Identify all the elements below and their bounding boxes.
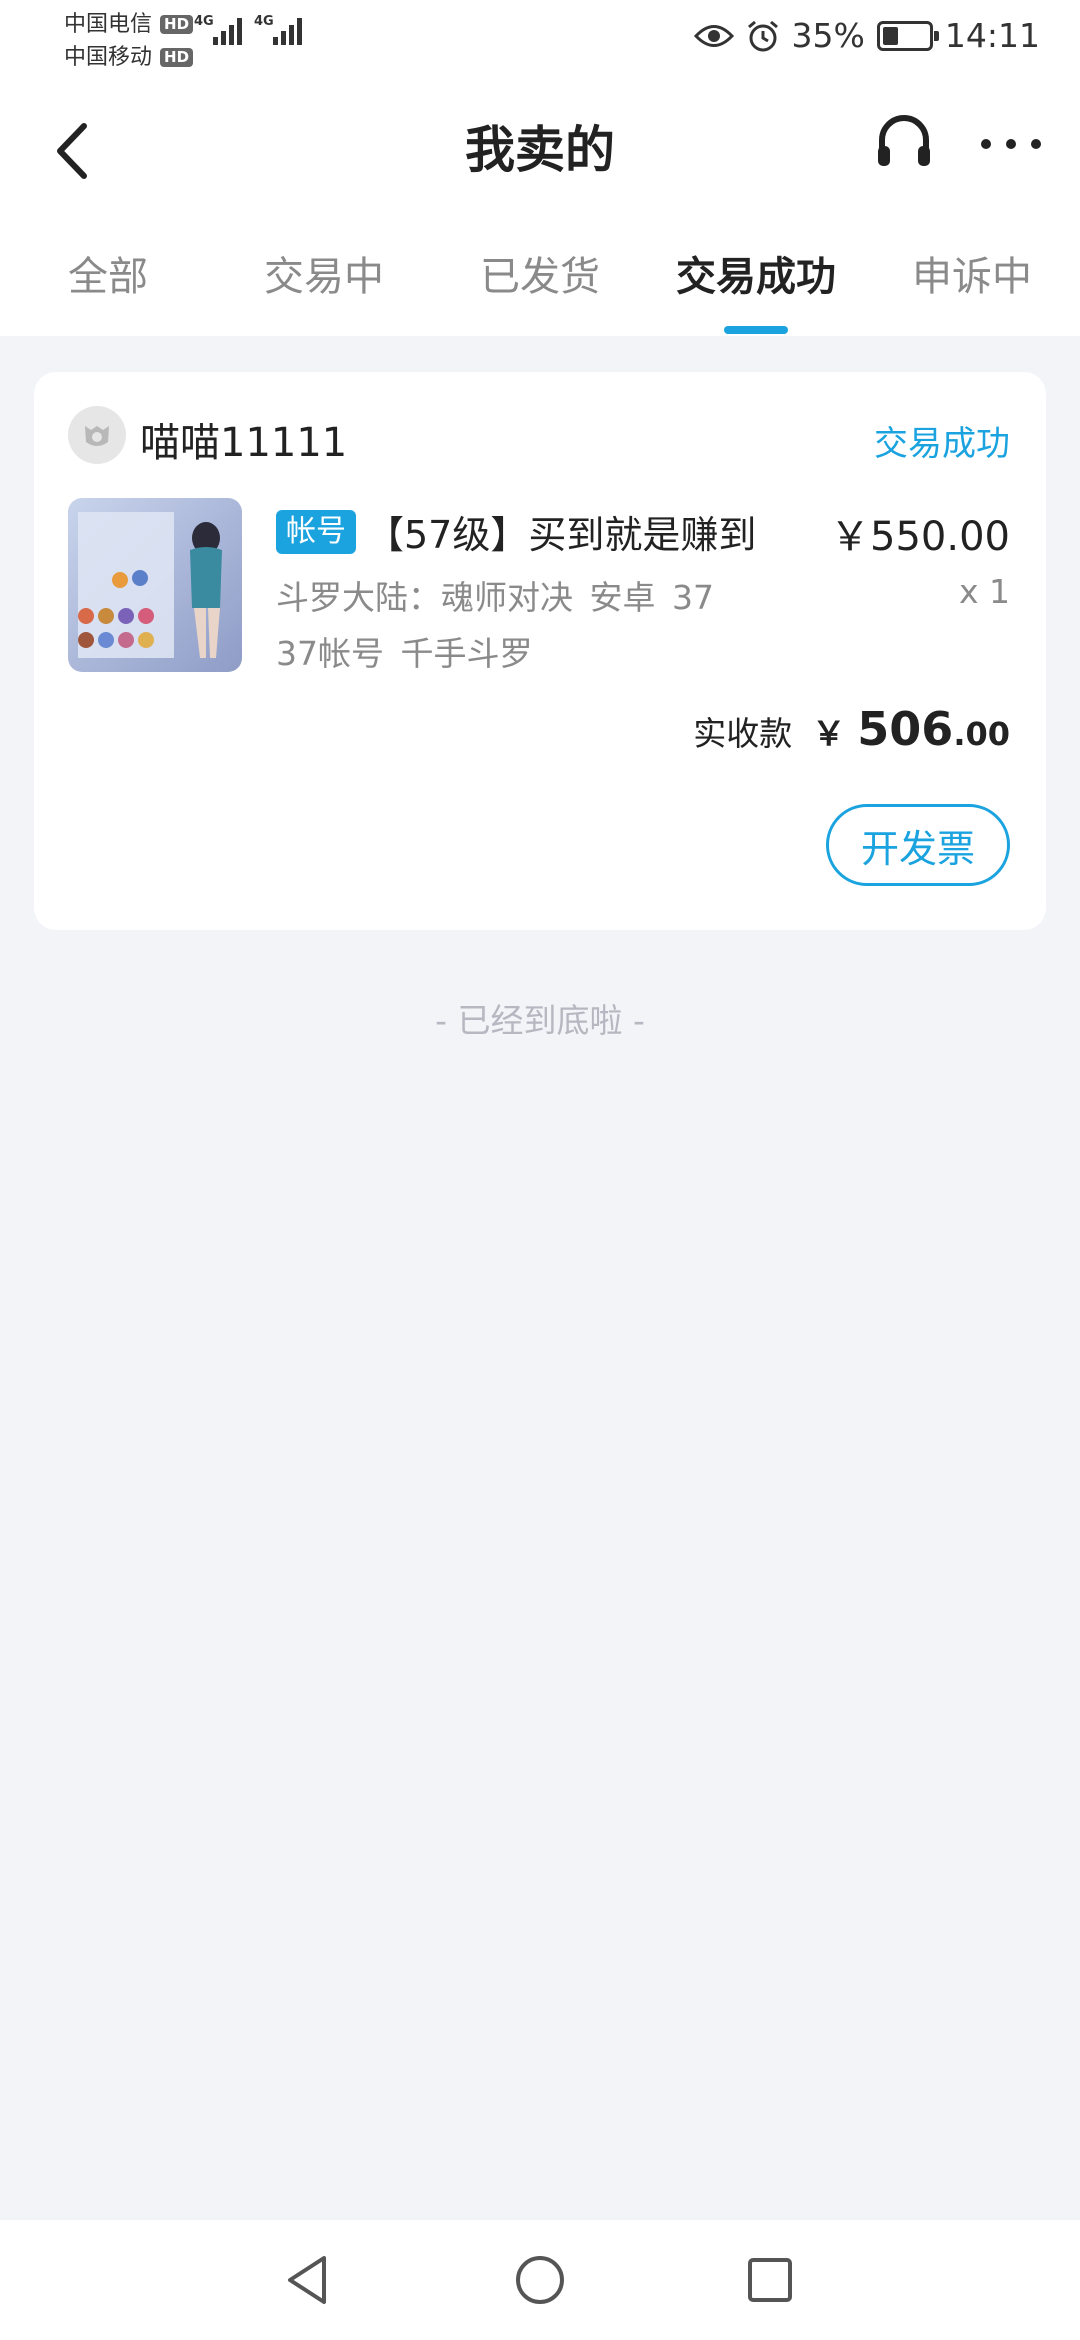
product-quantity: x 1: [958, 572, 1010, 611]
product-image: [68, 498, 242, 672]
tab-shipped[interactable]: 已发货: [480, 244, 600, 302]
network-type: 4G: [194, 14, 214, 29]
system-recents-button[interactable]: [738, 2248, 802, 2312]
currency-symbol: ￥: [812, 714, 846, 753]
product-title: 【57级】买到就是赚到: [366, 513, 757, 557]
product-price: ￥550.00: [830, 514, 1010, 560]
signal-icon: 4G: [254, 14, 302, 45]
amount-decimal: .00: [953, 715, 1010, 753]
tab-all[interactable]: 全部: [68, 244, 148, 302]
hd-badge: HD: [160, 48, 194, 67]
battery-percent: 35%: [791, 16, 865, 55]
order-tabs: 全部 交易中 已发货 交易成功 申诉中: [0, 220, 1080, 336]
seller-name: 喵喵11111: [140, 420, 348, 466]
signal-icon: 4G: [194, 14, 242, 45]
status-bar: 中国电信 HD 中国移动 HD 4G 4G 35% 14:11: [0, 0, 1080, 80]
order-status: 交易成功: [874, 424, 1010, 464]
header: 我卖的: [0, 80, 1080, 220]
alarm-icon: [747, 20, 778, 51]
system-home-button[interactable]: [508, 2248, 572, 2312]
customer-service-button[interactable]: [872, 110, 936, 180]
product-thumbnail[interactable]: [68, 498, 242, 672]
network-type: 4G: [254, 14, 274, 29]
tab-in-progress[interactable]: 交易中: [264, 244, 384, 302]
hd-badge: HD: [160, 15, 194, 34]
issue-invoice-button[interactable]: 开发票: [826, 804, 1010, 886]
received-amount: 实收款 ￥ 506 .00: [693, 702, 1010, 756]
eye-icon: [693, 24, 734, 47]
circle-home-icon: [516, 2256, 564, 2304]
more-horizontal-icon: [981, 139, 1041, 149]
battery-icon: [876, 20, 939, 51]
product-description: 斗罗大陆：魂师对决 安卓 37 37帐号 千手斗罗: [276, 578, 714, 673]
system-navigation-bar: [0, 2220, 1080, 2340]
tab-completed[interactable]: 交易成功: [676, 244, 836, 302]
status-right: 35% 14:11: [693, 16, 1040, 55]
received-label: 实收款: [693, 714, 793, 753]
category-badge: 帐号: [276, 510, 356, 554]
square-recents-icon: [748, 2258, 792, 2302]
carrier-2: 中国移动: [64, 45, 153, 70]
headset-icon: [878, 115, 930, 166]
avatar-icon: [85, 426, 109, 446]
order-card[interactable]: 喵喵11111 交易成功 帐号 【57级】买到就是赚到 ￥550.00 斗罗大陆…: [34, 372, 1046, 930]
amount-integer: 506: [857, 702, 954, 756]
carrier-info: 中国电信 HD 中国移动 HD: [64, 8, 194, 74]
list-end-note: - 已经到底啦 -: [435, 1001, 645, 1040]
signal-indicators: 4G 4G: [194, 14, 302, 45]
system-back-button[interactable]: [276, 2248, 340, 2312]
tab-appeal[interactable]: 申诉中: [912, 244, 1032, 302]
more-button[interactable]: [976, 114, 1046, 174]
active-tab-indicator: [724, 326, 788, 334]
clock: 14:11: [944, 16, 1040, 55]
carrier-1: 中国电信: [64, 12, 153, 37]
avatar: [68, 406, 126, 464]
triangle-back-icon: [288, 2256, 326, 2304]
